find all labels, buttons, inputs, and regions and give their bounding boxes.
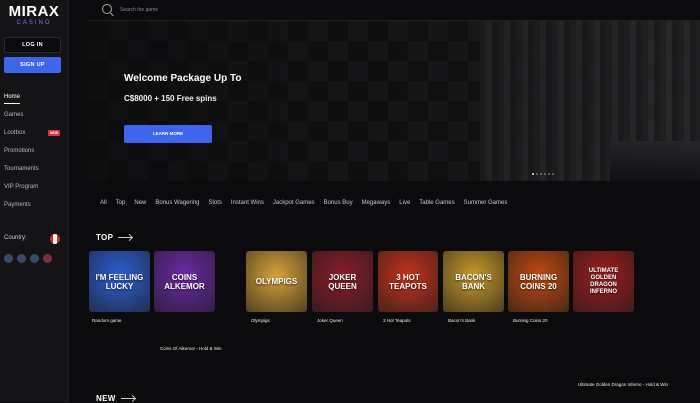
- game-tile-title: OLYMPIGS: [255, 277, 298, 286]
- game-label[interactable]: Ultimate Golden Dragon Inferno - Hold & …: [578, 382, 668, 387]
- arrow-right-icon: [118, 237, 133, 239]
- brand-tagline: CASINO: [16, 20, 52, 26]
- learn-more-button[interactable]: LEARN MORE: [124, 125, 212, 143]
- tab-all[interactable]: All: [100, 200, 107, 206]
- social-links: [4, 254, 52, 263]
- country-label: Country:: [4, 235, 27, 241]
- game-tile-title: BURNING COINS 20: [519, 272, 558, 291]
- sidebar-nav: Home Games Lootbox NEW Promotions Tourna…: [4, 88, 66, 214]
- arrow-right-icon: [120, 398, 135, 400]
- sidebar-item-promotions[interactable]: Promotions: [4, 142, 66, 160]
- game-tile-title: I'M FEELING LUCKY: [95, 272, 144, 291]
- game-tile-title: BACON'S BANK: [455, 272, 492, 291]
- flag-icon[interactable]: [17, 254, 26, 263]
- sidebar-item-payments[interactable]: Payments: [4, 196, 66, 214]
- carousel-dot[interactable]: [540, 173, 542, 175]
- flag-icon[interactable]: [30, 254, 39, 263]
- tab-bonus-wagering[interactable]: Bonus Wagering: [155, 200, 199, 206]
- canada-flag-icon[interactable]: [50, 234, 60, 244]
- tab-summer-games[interactable]: Summer Games: [464, 200, 508, 206]
- top-bar: [88, 0, 700, 21]
- game-tile-title: JOKER QUEEN: [328, 272, 357, 291]
- sidebar-item-home[interactable]: Home: [4, 88, 66, 106]
- game-tile-burning-coins[interactable]: BURNING COINS 20: [508, 251, 569, 312]
- tab-new[interactable]: New: [134, 200, 146, 206]
- flag-icon[interactable]: [43, 254, 52, 263]
- globe-icon[interactable]: [4, 254, 13, 263]
- tab-bonus-buy[interactable]: Bonus Buy: [324, 200, 353, 206]
- sidebar-item-label: Lootbox: [4, 130, 26, 136]
- sidebar-item-vip-program[interactable]: VIP Program: [4, 178, 66, 196]
- game-label[interactable]: Burning Coins 20: [513, 318, 548, 323]
- tab-table-games[interactable]: Table Games: [419, 200, 454, 206]
- game-label[interactable]: Coins Of Alkemor - Hold & Win: [160, 346, 222, 351]
- section-title-top[interactable]: TOP: [96, 233, 133, 242]
- carousel-dot[interactable]: [544, 173, 546, 175]
- section-title-text: TOP: [96, 233, 114, 242]
- sidebar-item-lootbox[interactable]: Lootbox NEW: [4, 124, 66, 142]
- tab-megaways[interactable]: Megaways: [362, 200, 391, 206]
- carousel-dot[interactable]: [536, 173, 538, 175]
- login-button[interactable]: LOG IN: [4, 37, 61, 53]
- brand-name: MIRAX: [8, 3, 60, 20]
- search-input[interactable]: [118, 3, 322, 17]
- category-tabs: All Top New Bonus Wagering Slots Instant…: [100, 200, 507, 206]
- carousel-dot[interactable]: [532, 173, 534, 175]
- tab-slots[interactable]: Slots: [209, 200, 222, 206]
- game-tile-bacons-bank[interactable]: BACON'S BANK: [443, 251, 504, 312]
- sidebar: MIRAX CASINO LOG IN SIGN UP Home Games L…: [0, 0, 69, 402]
- hero-title: Welcome Package Up To: [124, 73, 242, 84]
- game-label[interactable]: Bacon's Bank: [448, 318, 475, 323]
- game-label[interactable]: Random game: [92, 318, 122, 323]
- game-tile-title: COINS ALKEMOR: [164, 272, 205, 291]
- tab-jackpot-games[interactable]: Jackpot Games: [273, 200, 315, 206]
- signup-button[interactable]: SIGN UP: [4, 57, 61, 73]
- game-label[interactable]: Olympigs: [251, 318, 270, 323]
- game-tile-random[interactable]: I'M FEELING LUCKY: [89, 251, 150, 312]
- tab-live[interactable]: Live: [399, 200, 410, 206]
- new-badge: NEW: [48, 130, 61, 136]
- carousel-dot[interactable]: [548, 173, 550, 175]
- game-tile-olympigs[interactable]: OLYMPIGS: [246, 251, 307, 312]
- game-tile-joker-queen[interactable]: JOKER QUEEN: [312, 251, 373, 312]
- carousel-dot[interactable]: [552, 173, 554, 175]
- tab-instant-wins[interactable]: Instant Wins: [231, 200, 264, 206]
- tab-top[interactable]: Top: [116, 200, 126, 206]
- sidebar-item-tournaments[interactable]: Tournaments: [4, 160, 66, 178]
- hero-banner: Welcome Package Up To C$8000 + 150 Free …: [88, 21, 700, 181]
- brand-logo[interactable]: MIRAX CASINO: [6, 4, 62, 30]
- game-tile-3-hot-teapots[interactable]: 3 HOT TEAPOTS: [378, 251, 438, 312]
- search-icon[interactable]: [102, 4, 112, 14]
- game-tile-golden-dragon[interactable]: ULTIMATE GOLDEN DRAGON INFERNO: [573, 251, 634, 312]
- carousel-dots: [532, 173, 554, 175]
- hero-subtitle: C$8000 + 150 Free spins: [124, 94, 217, 103]
- game-label[interactable]: 3 Hot Teapots: [383, 318, 411, 323]
- game-label[interactable]: Joker Queen: [317, 318, 343, 323]
- sidebar-item-games[interactable]: Games: [4, 106, 66, 124]
- game-tile-coins-alkemor[interactable]: COINS ALKEMOR: [154, 251, 215, 312]
- game-tile-title: 3 HOT TEAPOTS: [389, 272, 427, 291]
- game-tile-title: ULTIMATE GOLDEN DRAGON INFERNO: [588, 267, 619, 295]
